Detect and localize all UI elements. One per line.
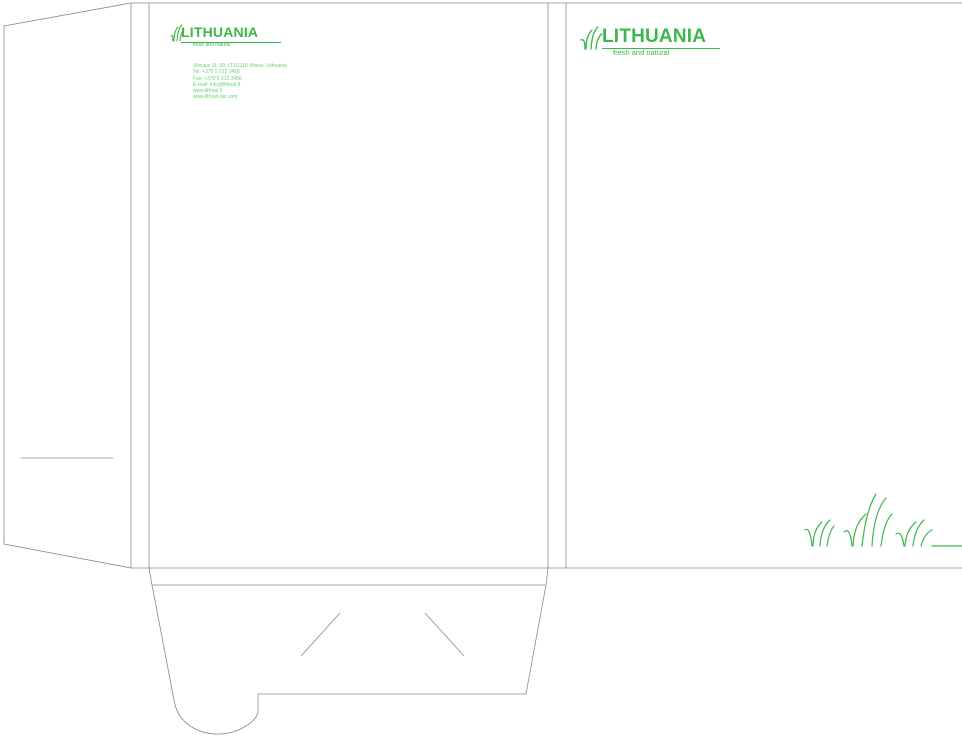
- pocket-outline: [148, 567, 549, 735]
- brand-name: LITHUANIA: [181, 24, 259, 40]
- card-slot-right: [424, 612, 465, 657]
- brand-tagline: fresh and natural: [193, 42, 231, 48]
- contact-website-fair: www.litfood-fair.com: [193, 94, 238, 101]
- folder-dieline: [3, 2, 962, 735]
- brand-name: LITHUANIA: [602, 26, 707, 47]
- brand-tagline: fresh and natural: [613, 48, 670, 57]
- card-slot-left: [300, 612, 341, 657]
- left-flap-outline: [3, 2, 132, 569]
- grass-decoration-icon: [804, 493, 962, 547]
- contact-block: Vilniaus St. 99, LT-01119 Vilnius, Lithu…: [193, 63, 287, 101]
- grass-logo-icon: [580, 26, 603, 50]
